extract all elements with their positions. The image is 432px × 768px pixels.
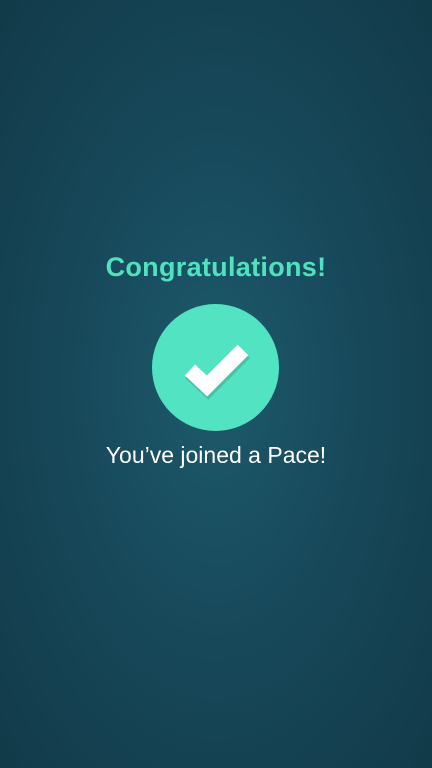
joined-pace-message: You’ve joined a Pace! [105,442,327,468]
checkmark-icon [184,344,251,400]
join-confirmation-screen: Congratulations! You’ve joined a Pace! [0,0,432,768]
success-badge [152,304,279,431]
congratulations-title: Congratulations! [105,252,327,282]
